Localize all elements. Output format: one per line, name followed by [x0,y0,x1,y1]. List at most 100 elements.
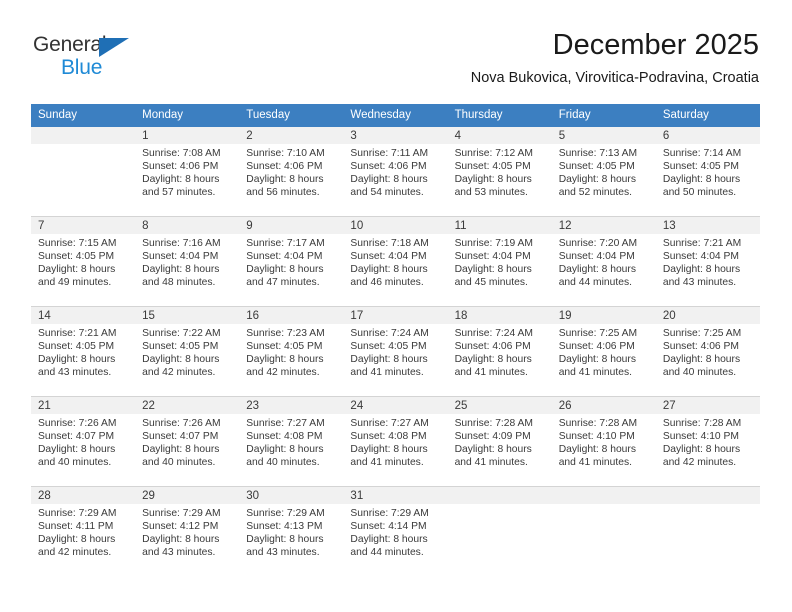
day-detail-line: and 41 minutes. [558,366,632,378]
day-detail-line: Sunset: 4:08 PM [246,430,323,442]
day-detail-line: Daylight: 8 hours [350,443,428,455]
calendar-day-cell[interactable]: 27 Sunrise: 7:28 AM Sunset: 4:10 PM Dayligh… [655,396,760,487]
day-details: Sunrise: 7:17 AM Sunset: 4:04 PM Daylight:… [239,234,343,290]
day-detail-line: Sunrise: 7:08 AM [142,148,221,159]
calendar-week-row: 28 Sunrise: 7:29 AM Sunset: 4:11 PM Dayligh… [31,486,760,576]
day-detail-line: Daylight: 8 hours [142,443,220,455]
day-details: Sunrise: 7:26 AM Sunset: 4:07 PM Daylight:… [31,414,135,470]
day-number: 22 [135,397,240,414]
page-header: General Blue December 2025 Nova Bukovica… [0,0,792,104]
calendar-day-cell[interactable]: 25 Sunrise: 7:28 AM Sunset: 4:09 PM Dayligh… [447,396,552,487]
day-detail-line: Sunset: 4:05 PM [350,340,427,352]
day-cell-inner: 11 Sunrise: 7:19 AM Sunset: 4:04 PM Dayligh… [447,217,552,306]
day-cell-inner: 2 Sunrise: 7:10 AM Sunset: 4:06 PM Daylight… [239,127,344,216]
day-detail-line: Sunrise: 7:24 AM [350,328,429,339]
calendar-day-cell[interactable] [655,486,760,576]
day-detail-line: Daylight: 8 hours [246,263,324,275]
day-detail-line: Sunrise: 7:27 AM [350,418,429,429]
day-number: 4 [447,127,552,144]
calendar-day-cell[interactable]: 13 Sunrise: 7:21 AM Sunset: 4:04 PM Dayligh… [655,216,760,307]
day-detail-line: Daylight: 8 hours [662,173,741,185]
day-detail-line: Sunrise: 7:14 AM [662,148,742,159]
day-cell-inner: 5 Sunrise: 7:13 AM Sunset: 4:05 PM Daylight… [551,127,656,216]
day-number: 26 [551,397,656,414]
calendar-day-cell[interactable]: 6 Sunrise: 7:14 AM Sunset: 4:05 PM Daylight… [655,127,760,217]
calendar-day-cell[interactable]: 15 Sunrise: 7:22 AM Sunset: 4:05 PM Dayligh… [135,306,240,397]
day-detail-line: and 42 minutes. [38,546,112,558]
weekday-header-tuesday: Tuesday [239,104,344,127]
calendar-day-cell[interactable]: 31 Sunrise: 7:29 AM Sunset: 4:14 PM Dayligh… [343,486,448,576]
calendar-day-cell[interactable]: 4 Sunrise: 7:12 AM Sunset: 4:05 PM Daylight… [447,127,552,217]
day-detail-line: Sunrise: 7:10 AM [246,148,325,159]
day-detail-line: and 50 minutes. [662,186,737,198]
day-detail-line: Sunset: 4:10 PM [662,430,739,442]
day-detail-line: Daylight: 8 hours [142,263,220,275]
calendar-day-cell[interactable]: 30 Sunrise: 7:29 AM Sunset: 4:13 PM Dayligh… [239,486,344,576]
calendar-day-cell[interactable] [551,486,656,576]
day-detail-line: Sunset: 4:05 PM [38,340,115,352]
day-number: 17 [343,307,448,324]
day-detail-line: Sunset: 4:07 PM [142,430,219,442]
day-detail-line: and 47 minutes. [246,276,320,288]
calendar-day-cell[interactable]: 12 Sunrise: 7:20 AM Sunset: 4:04 PM Dayligh… [551,216,656,307]
day-details: Sunrise: 7:21 AM Sunset: 4:05 PM Daylight:… [31,324,135,380]
day-detail-line: Sunrise: 7:11 AM [350,148,429,159]
calendar-day-cell[interactable]: 3 Sunrise: 7:11 AM Sunset: 4:06 PM Daylight… [343,127,448,217]
calendar-day-cell[interactable]: 17 Sunrise: 7:24 AM Sunset: 4:05 PM Dayligh… [343,306,448,397]
calendar-day-cell[interactable]: 2 Sunrise: 7:10 AM Sunset: 4:06 PM Daylight… [239,127,344,217]
calendar-day-cell[interactable]: 26 Sunrise: 7:28 AM Sunset: 4:10 PM Dayligh… [551,396,656,487]
day-details: Sunrise: 7:26 AM Sunset: 4:07 PM Daylight:… [135,414,239,470]
calendar-day-cell[interactable]: 18 Sunrise: 7:24 AM Sunset: 4:06 PM Dayligh… [447,306,552,397]
day-detail-line: Sunrise: 7:13 AM [558,148,638,159]
day-details: Sunrise: 7:23 AM Sunset: 4:05 PM Daylight:… [239,324,343,380]
calendar-day-cell[interactable] [31,127,136,217]
page-title: December 2025 [552,29,759,61]
calendar-week-row: 7 Sunrise: 7:15 AM Sunset: 4:05 PM Daylight… [31,216,760,307]
day-detail-line: and 45 minutes. [454,276,528,288]
day-detail-line: and 44 minutes. [558,276,632,288]
day-cell-inner: 22 Sunrise: 7:26 AM Sunset: 4:07 PM Dayligh… [135,397,240,486]
day-detail-line: Sunrise: 7:28 AM [454,418,533,429]
day-number: 1 [135,127,240,144]
calendar-day-cell[interactable]: 23 Sunrise: 7:27 AM Sunset: 4:08 PM Dayligh… [239,396,344,487]
calendar-day-cell[interactable]: 8 Sunrise: 7:16 AM Sunset: 4:04 PM Daylight… [135,216,240,307]
calendar-day-cell[interactable] [447,486,552,576]
day-detail-line: Daylight: 8 hours [662,353,741,365]
day-details: Sunrise: 7:21 AM Sunset: 4:04 PM Daylight:… [656,234,760,290]
general-blue-logo[interactable]: General Blue [33,33,163,81]
day-detail-line: Sunrise: 7:19 AM [454,238,533,249]
day-detail-line: Sunrise: 7:23 AM [246,328,325,339]
calendar-day-cell[interactable]: 24 Sunrise: 7:27 AM Sunset: 4:08 PM Dayligh… [343,396,448,487]
day-details: Sunrise: 7:28 AM Sunset: 4:10 PM Daylight:… [656,414,760,470]
calendar-day-cell[interactable]: 11 Sunrise: 7:19 AM Sunset: 4:04 PM Dayligh… [447,216,552,307]
day-detail-line: and 41 minutes. [558,456,632,468]
day-cell-inner [31,127,136,216]
day-detail-line: Sunrise: 7:21 AM [662,238,742,249]
day-detail-line: Sunset: 4:04 PM [558,250,635,262]
day-number: 7 [31,217,136,234]
calendar-day-cell[interactable]: 1 Sunrise: 7:08 AM Sunset: 4:06 PM Daylight… [135,127,240,217]
day-detail-line: Daylight: 8 hours [142,533,220,545]
calendar-week-row: 21 Sunrise: 7:26 AM Sunset: 4:07 PM Dayligh… [31,396,760,487]
calendar-day-cell[interactable]: 5 Sunrise: 7:13 AM Sunset: 4:05 PM Daylight… [551,127,656,217]
title-block: December 2025 Nova Bukovica, Virovitica-… [471,28,759,87]
calendar-day-cell[interactable]: 10 Sunrise: 7:18 AM Sunset: 4:04 PM Dayligh… [343,216,448,307]
day-detail-line: Sunset: 4:07 PM [38,430,115,442]
calendar-day-cell[interactable]: 7 Sunrise: 7:15 AM Sunset: 4:05 PM Daylight… [31,216,136,307]
day-details: Sunrise: 7:24 AM Sunset: 4:05 PM Daylight:… [343,324,447,380]
calendar-day-cell[interactable]: 22 Sunrise: 7:26 AM Sunset: 4:07 PM Dayligh… [135,396,240,487]
calendar-day-cell[interactable]: 19 Sunrise: 7:25 AM Sunset: 4:06 PM Dayligh… [551,306,656,397]
calendar-day-cell[interactable]: 14 Sunrise: 7:21 AM Sunset: 4:05 PM Dayligh… [31,306,136,397]
day-detail-line: Sunset: 4:09 PM [454,430,531,442]
calendar-day-cell[interactable]: 20 Sunrise: 7:25 AM Sunset: 4:06 PM Dayligh… [655,306,760,397]
calendar-day-cell[interactable]: 9 Sunrise: 7:17 AM Sunset: 4:04 PM Daylight… [239,216,344,307]
day-detail-line: and 49 minutes. [38,276,112,288]
calendar-day-cell[interactable]: 28 Sunrise: 7:29 AM Sunset: 4:11 PM Dayligh… [31,486,136,576]
day-cell-inner: 28 Sunrise: 7:29 AM Sunset: 4:11 PM Dayligh… [31,487,136,576]
calendar-day-cell[interactable]: 21 Sunrise: 7:26 AM Sunset: 4:07 PM Dayligh… [31,396,136,487]
calendar-day-cell[interactable]: 29 Sunrise: 7:29 AM Sunset: 4:12 PM Dayligh… [135,486,240,576]
calendar-day-cell[interactable]: 16 Sunrise: 7:23 AM Sunset: 4:05 PM Dayligh… [239,306,344,397]
day-detail-line: Sunset: 4:12 PM [142,520,219,532]
day-number: 11 [447,217,552,234]
day-details: Sunrise: 7:13 AM Sunset: 4:05 PM Daylight:… [552,144,656,200]
